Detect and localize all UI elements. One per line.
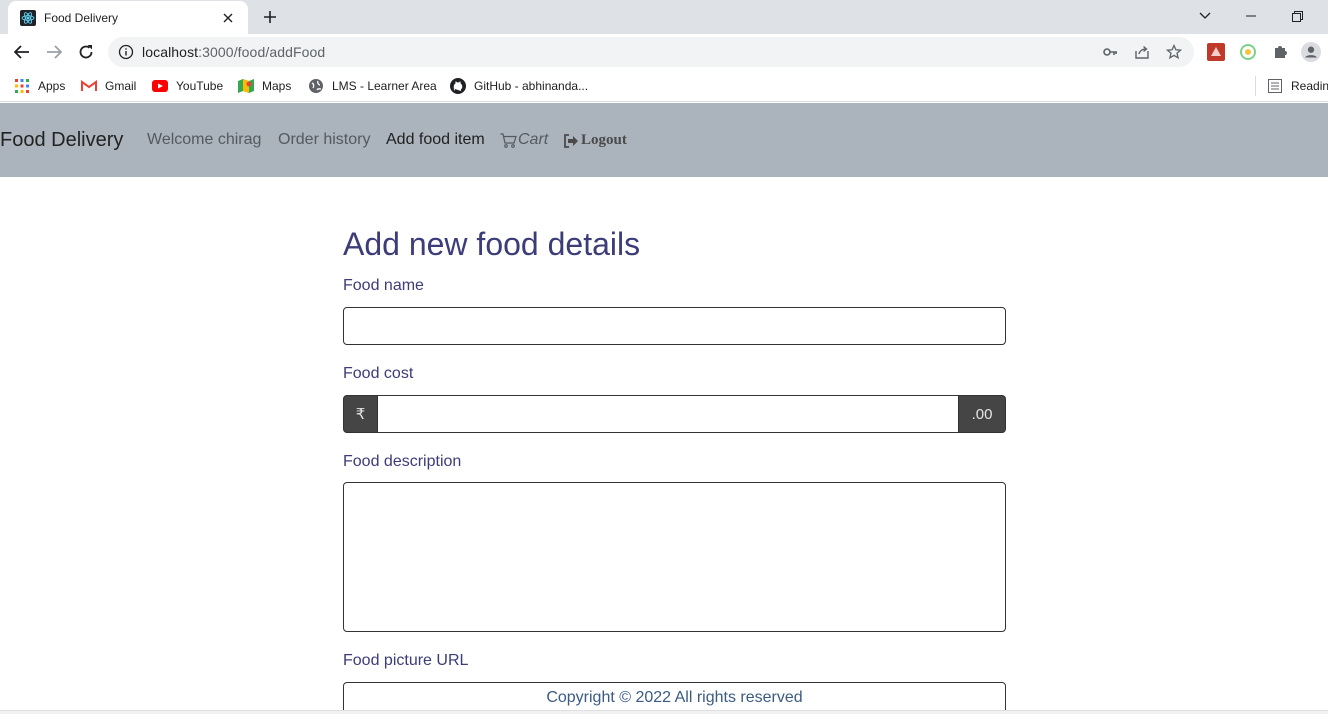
bottom-edge [0, 710, 1328, 714]
minimize-icon[interactable] [1241, 6, 1261, 26]
browser-toolbar: localhost:3000/food/addFood [0, 34, 1328, 70]
globe-icon [308, 78, 324, 94]
nav-welcome[interactable]: Welcome chirag [147, 131, 261, 149]
url-path: :3000/food/addFood [198, 44, 326, 60]
apps-grid-icon [14, 78, 30, 94]
food-cost-input[interactable] [378, 395, 958, 433]
new-tab-icon[interactable] [260, 7, 280, 27]
tab-search-chevron-icon[interactable] [1195, 6, 1215, 26]
browser-tab[interactable]: Food Delivery [8, 1, 248, 34]
github-icon [450, 78, 466, 94]
maps-icon [238, 78, 254, 94]
tab-title: Food Delivery [44, 10, 119, 25]
profile-avatar-icon[interactable] [1301, 42, 1321, 62]
share-icon[interactable] [1134, 44, 1150, 60]
bookmark-label: LMS - Learner Area [332, 79, 437, 93]
bookmarks-divider [1255, 76, 1256, 96]
food-cost-label: Food cost [343, 365, 414, 382]
nav-order-history[interactable]: Order history [278, 131, 370, 149]
address-bar[interactable]: localhost:3000/food/addFood [108, 37, 1194, 67]
nav-cart[interactable]: Cart [500, 131, 548, 149]
gmail-icon [81, 78, 97, 94]
food-description-label: Food description [343, 453, 462, 470]
logout-label: Logout [581, 132, 627, 148]
reading-list-icon [1267, 78, 1283, 94]
close-tab-icon[interactable] [220, 10, 236, 26]
react-favicon-icon [20, 9, 36, 26]
reload-icon[interactable] [76, 42, 96, 62]
bookmark-label: Maps [262, 79, 292, 93]
cost-suffix: .00 [958, 395, 1006, 433]
nav-logout[interactable]: Logout [563, 132, 627, 149]
food-picture-url-label: Food picture URL [343, 652, 469, 669]
food-name-label: Food name [343, 277, 424, 294]
bookmark-youtube[interactable]: YouTube [152, 76, 223, 96]
info-icon[interactable] [118, 44, 134, 60]
bookmark-label: GitHub - abhinanda... [474, 79, 589, 93]
nav-add-food-item[interactable]: Add food item [386, 131, 485, 149]
bookmark-label: Apps [38, 79, 66, 93]
bookmark-apps[interactable]: Apps [14, 76, 65, 96]
cart-icon [500, 132, 517, 148]
food-cost-input-group: ₹ .00 [343, 395, 1006, 433]
food-name-input[interactable] [343, 307, 1006, 345]
food-description-textarea[interactable] [343, 482, 1006, 632]
url-text: localhost:3000/food/addFood [142, 44, 325, 60]
cart-label: Cart [518, 131, 549, 148]
bookmark-star-icon[interactable] [1166, 44, 1182, 60]
bookmark-label: Gmail [105, 79, 137, 93]
reading-list-label: Reading [1291, 79, 1328, 93]
navbar-brand[interactable]: Food Delivery [0, 129, 123, 152]
form-title: Add new food details [343, 226, 641, 262]
app-navbar: Food Delivery Welcome chirag Order histo… [0, 103, 1328, 177]
bookmark-github[interactable]: GitHub - abhinanda... [450, 76, 588, 96]
logout-icon [563, 133, 579, 148]
extension-circle-icon[interactable] [1238, 42, 1258, 62]
bookmarks-bar: Apps Gmail YouTube Maps LMS - Learner Ar… [0, 70, 1328, 102]
youtube-icon [152, 78, 168, 94]
url-host: localhost [142, 44, 199, 60]
footer-copyright: Copyright © 2022 All rights reserved [546, 689, 803, 706]
bookmark-lms[interactable]: LMS - Learner Area [308, 76, 437, 96]
restore-icon[interactable] [1287, 6, 1307, 26]
reading-list-button[interactable]: Reading [1267, 76, 1328, 96]
back-arrow-icon[interactable] [12, 42, 32, 62]
bookmark-maps[interactable]: Maps [238, 76, 291, 96]
forward-arrow-icon[interactable] [44, 42, 64, 62]
bookmark-gmail[interactable]: Gmail [81, 76, 136, 96]
extension-red-icon[interactable] [1206, 42, 1226, 62]
currency-prefix: ₹ [343, 395, 378, 433]
browser-tabstrip: Food Delivery [0, 0, 1328, 34]
key-icon[interactable] [1102, 44, 1118, 60]
bookmark-label: YouTube [176, 79, 224, 93]
extensions-puzzle-icon[interactable] [1270, 42, 1290, 62]
